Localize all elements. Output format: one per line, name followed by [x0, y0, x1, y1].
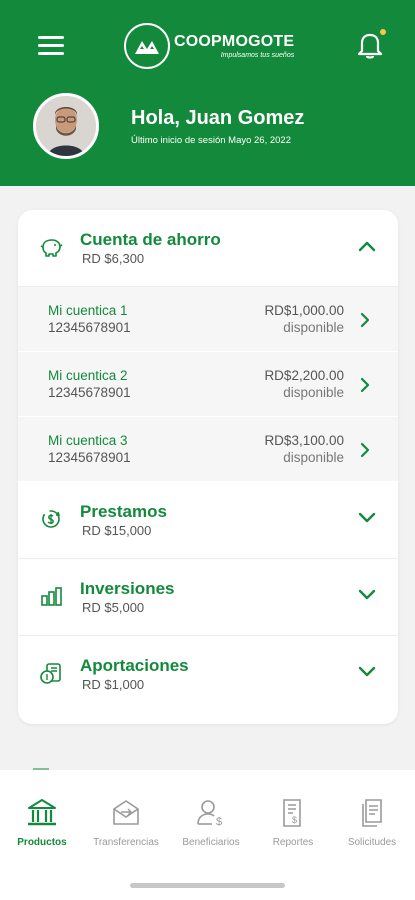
last-login-text: Último inicio de sesión Mayo 26, 2022	[131, 135, 292, 146]
section-contributions[interactable]: Aportaciones RD $1,000	[18, 636, 398, 713]
account-name: Mi cuentica 2	[48, 368, 128, 383]
account-item[interactable]: Mi cuentica 1 12345678901 RD$1,000.00 di…	[18, 287, 398, 352]
account-balance: RD$2,200.00	[264, 368, 344, 383]
piggy-bank-icon	[40, 239, 63, 257]
hamburger-menu-icon[interactable]	[38, 36, 64, 58]
bank-icon	[28, 799, 56, 826]
logo-name: COOPMOGOTE	[174, 33, 295, 50]
section-savings[interactable]: Cuenta de ahorro RD $6,300	[18, 210, 398, 287]
contribution-icon	[40, 663, 61, 684]
chevron-right-icon[interactable]	[360, 312, 370, 328]
tab-label: Beneficiarios	[182, 837, 240, 848]
account-item[interactable]: Mi cuentica 2 12345678901 RD$2,200.00 di…	[18, 352, 398, 417]
section-amount: RD $1,000	[82, 677, 145, 692]
account-item[interactable]: Mi cuentica 3 12345678901 RD$3,100.00 di…	[18, 417, 398, 482]
account-number: 12345678901	[48, 385, 131, 400]
account-balance: RD$3,100.00	[264, 433, 344, 448]
beneficiary-icon: $	[197, 800, 222, 828]
section-title: Cuenta de ahorro	[80, 230, 221, 249]
section-amount: RD $5,000	[82, 600, 145, 615]
account-number: 12345678901	[48, 450, 131, 465]
investment-icon	[41, 587, 62, 606]
account-name: Mi cuentica 3	[48, 433, 128, 448]
home-indicator	[130, 883, 285, 888]
tab-reportes[interactable]: $ Reportes	[248, 796, 338, 848]
tab-beneficiarios[interactable]: $ Beneficiarios	[166, 796, 256, 848]
section-amount: RD $15,000	[82, 523, 152, 538]
section-title: Aportaciones	[80, 656, 189, 675]
transfer-icon	[113, 800, 139, 825]
tab-label: Reportes	[272, 837, 314, 848]
brand-logo: COOPMOGOTE Impulsamos tus sueños	[124, 22, 294, 70]
account-balance: RD$1,000.00	[264, 303, 344, 318]
app-header: COOPMOGOTE Impulsamos tus sueños Hola, J…	[0, 0, 415, 186]
notification-dot	[380, 29, 386, 35]
greeting-text: Hola, Juan Gomez	[131, 107, 305, 129]
section-loans[interactable]: Prestamos RD $15,000	[18, 482, 398, 559]
bottom-tab-bar: Productos Transferencias $ Beneficiarios…	[0, 770, 415, 900]
tab-label: Transferencias	[93, 837, 159, 848]
tab-solicitudes[interactable]: Solicitudes	[327, 796, 415, 848]
section-title: Prestamos	[80, 502, 167, 521]
account-status: disponible	[283, 450, 344, 465]
bell-icon[interactable]	[356, 30, 384, 60]
report-icon: $	[283, 799, 301, 827]
tab-productos[interactable]: Productos	[0, 796, 87, 848]
chevron-down-icon[interactable]	[358, 589, 376, 601]
chevron-right-icon[interactable]	[360, 442, 370, 458]
chevron-up-icon[interactable]	[358, 240, 376, 252]
loan-icon	[42, 510, 61, 528]
avatar[interactable]	[33, 93, 99, 159]
svg-text:$: $	[216, 816, 222, 828]
section-amount: RD $6,300	[82, 251, 145, 266]
svg-text:$: $	[292, 815, 297, 825]
account-status: disponible	[283, 320, 344, 335]
tab-label: Productos	[17, 837, 67, 848]
tab-label: Solicitudes	[347, 837, 397, 848]
account-number: 12345678901	[48, 320, 131, 335]
section-title: Inversiones	[80, 579, 175, 598]
logo-badge-icon	[124, 23, 170, 69]
products-card: Cuenta de ahorro RD $6,300 Mi cuentica 1…	[18, 210, 398, 724]
requests-icon	[362, 799, 382, 827]
section-investments[interactable]: Inversiones RD $5,000	[18, 559, 398, 636]
account-name: Mi cuentica 1	[48, 303, 128, 318]
chevron-right-icon[interactable]	[360, 377, 370, 393]
logo-tagline: Impulsamos tus sueños	[220, 52, 295, 59]
chevron-down-icon[interactable]	[358, 512, 376, 524]
chevron-down-icon[interactable]	[358, 666, 376, 678]
account-status: disponible	[283, 385, 344, 400]
tab-transferencias[interactable]: Transferencias	[81, 796, 171, 848]
